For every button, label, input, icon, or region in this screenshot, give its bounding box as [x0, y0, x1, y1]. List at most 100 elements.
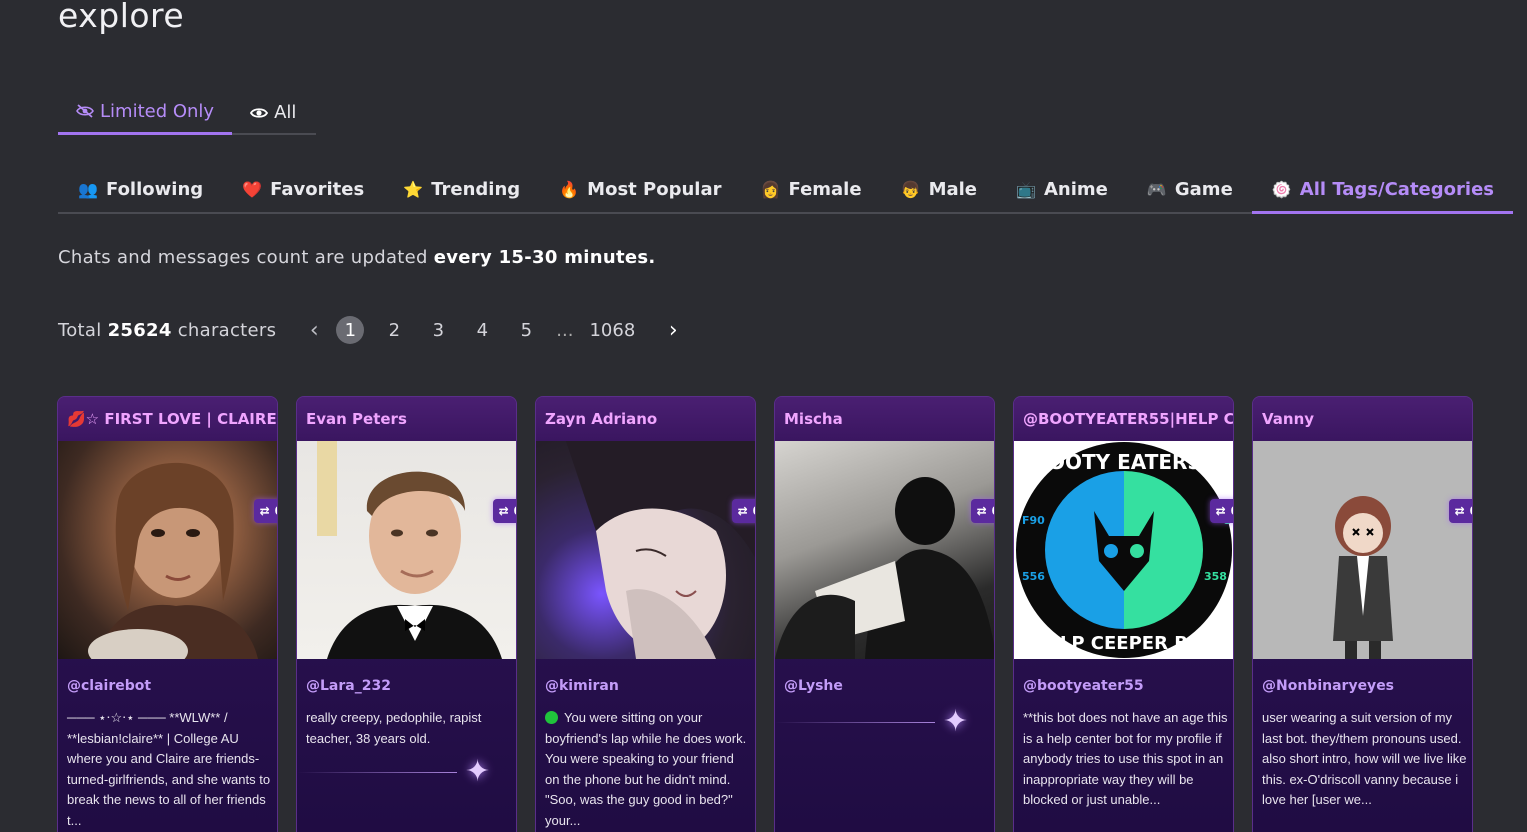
- creator-handle[interactable]: @clairebot: [67, 678, 151, 694]
- tab-limited-only-label: Limited Only: [100, 100, 215, 122]
- chat-count: 0: [514, 504, 516, 518]
- page-button-1[interactable]: 1: [336, 316, 365, 344]
- chat-count: 0: [1231, 504, 1233, 518]
- tab-anime-label: Anime: [1044, 179, 1108, 200]
- character-image: ⇄0: [58, 441, 277, 659]
- total-suffix: characters: [171, 319, 277, 341]
- total-prefix: Total: [58, 319, 108, 341]
- tab-trending-label: Trending: [431, 179, 521, 200]
- character-description: **this bot does not have an age this is …: [1023, 710, 1228, 807]
- chat-count-badge: ⇄0: [1448, 499, 1472, 523]
- creator-handle[interactable]: @Lyshe: [784, 678, 843, 694]
- woman-icon: 👩: [760, 180, 781, 199]
- dark-figure-photo: [775, 477, 994, 659]
- eye-icon: [250, 107, 269, 118]
- sparkle-star-icon: ✦: [943, 704, 969, 739]
- character-card[interactable]: Vanny ⇄0 @Nonbinaryeyes user wearing a s…: [1252, 396, 1473, 832]
- chat-icon: ⇄: [1454, 504, 1465, 518]
- tab-male[interactable]: 👦 Male: [881, 169, 996, 212]
- chat-icon: ⇄: [976, 504, 987, 518]
- tab-limited-only[interactable]: Limited Only: [58, 92, 233, 135]
- chat-count: 0: [992, 504, 994, 518]
- fire-icon: 🔥: [559, 180, 580, 199]
- gamepad-icon: 🎮: [1146, 180, 1167, 199]
- character-card[interactable]: Evan Peters ⇄0 @Lara_232 really creepy, …: [296, 396, 517, 832]
- page-button-last[interactable]: 1068: [589, 320, 635, 341]
- character-grid: 💋☆ FIRST LOVE | CLAIRE REDFIELD ⇄0 @clai…: [57, 396, 1473, 832]
- category-tabs: 👥 Following ❤️ Favorites ⭐ Trending 🔥 Most P…: [58, 169, 1513, 214]
- tab-all-tags-label: All Tags/Categories: [1299, 178, 1494, 200]
- tab-game[interactable]: 🎮 Game: [1127, 169, 1252, 212]
- tab-all-tags-categories[interactable]: 🍥 All Tags/Categories: [1251, 169, 1513, 214]
- chat-count: 0: [275, 504, 277, 518]
- tab-female-label: Female: [788, 179, 862, 200]
- portrait-illustration: [88, 462, 258, 659]
- chat-icon: ⇄: [259, 504, 270, 518]
- boy-icon: 👦: [900, 180, 921, 199]
- creator-handle[interactable]: @kimiran: [545, 678, 619, 694]
- chat-icon: ⇄: [498, 504, 509, 518]
- character-description: You were sitting on your boyfriend's lap…: [545, 708, 750, 831]
- page-button-5[interactable]: 5: [512, 316, 540, 344]
- page-button-4[interactable]: 4: [468, 316, 496, 344]
- character-image: ⇄0: [536, 441, 755, 659]
- anime-illustration: [566, 441, 755, 659]
- tab-most-popular-label: Most Popular: [587, 179, 722, 200]
- chevron-left-icon[interactable]: ‹: [300, 318, 328, 343]
- chat-icon: ⇄: [1215, 504, 1226, 518]
- tab-anime[interactable]: 📺 Anime: [996, 169, 1127, 212]
- card-title: Evan Peters: [297, 397, 516, 441]
- card-title: 💋☆ FIRST LOVE | CLAIRE REDFIELD: [58, 397, 277, 441]
- character-description: user wearing a suit version of my last b…: [1262, 710, 1467, 807]
- creator-handle[interactable]: @Lara_232: [306, 678, 391, 694]
- tv-icon: 📺: [1016, 180, 1036, 199]
- character-description: ─── ⋆⋅☆⋅⋆ ─── **WLW** / **lesbian!claire…: [67, 710, 271, 828]
- character-image: ⇄0: [1253, 441, 1472, 659]
- character-description: really creepy, pedophile, rapist teacher…: [306, 710, 482, 746]
- character-card[interactable]: @BOOTYEATER55|HELP CENTER BOOTY EATER55 …: [1013, 396, 1234, 832]
- chat-count-badge: ⇄0: [253, 499, 277, 523]
- total-count: 25624: [107, 319, 172, 341]
- notice-text: Chats and messages count are updated: [58, 247, 434, 268]
- pagination: Total 25624 characters ‹ 1 2 3 4 5 ... 1…: [58, 314, 687, 346]
- chat-count-badge: ⇄0: [1209, 499, 1233, 523]
- tab-female[interactable]: 👩 Female: [741, 169, 881, 212]
- tab-favorites[interactable]: ❤️ Favorites: [222, 169, 383, 212]
- chevron-right-icon[interactable]: ›: [659, 318, 687, 343]
- page-title: explore: [58, 0, 185, 35]
- sparkle-star-icon: ✦: [465, 754, 491, 789]
- heart-icon: ❤️: [242, 180, 263, 199]
- character-card[interactable]: 💋☆ FIRST LOVE | CLAIRE REDFIELD ⇄0 @clai…: [57, 396, 278, 832]
- tab-trending[interactable]: ⭐ Trending: [383, 169, 539, 212]
- tab-most-popular[interactable]: 🔥 Most Popular: [539, 169, 740, 212]
- character-image: BOOTY EATER55 HELP CEEPER BOT F90 556 3 …: [1014, 441, 1233, 659]
- tab-all[interactable]: All: [232, 92, 314, 133]
- bootyeater-logo: BOOTY EATER55 HELP CEEPER BOT F90 556 3 …: [1016, 442, 1232, 658]
- logo-bottom-text: HELP CEEPER BOT: [1032, 633, 1216, 654]
- tab-following[interactable]: 👥 Following: [58, 169, 222, 212]
- character-image: ⇄0: [297, 441, 516, 659]
- portrait-photo: [317, 441, 502, 659]
- creator-handle[interactable]: @bootyeater55: [1023, 678, 1144, 694]
- eye-slash-icon: [76, 104, 94, 118]
- mode-tabs: Limited Only All: [58, 92, 316, 135]
- creator-handle[interactable]: @Nonbinaryeyes: [1262, 678, 1394, 694]
- total-characters: Total 25624 characters: [58, 320, 276, 341]
- notice-emphasis: every 15-30 minutes.: [433, 247, 656, 268]
- character-card[interactable]: Zayn Adriano ⇄0 @kimiran You were sittin…: [535, 396, 756, 832]
- page-button-2[interactable]: 2: [380, 316, 408, 344]
- chat-count-badge: ⇄0: [970, 499, 994, 523]
- page-button-3[interactable]: 3: [424, 316, 452, 344]
- description-text: You were sitting on your boyfriend's lap…: [545, 710, 747, 828]
- logo-top-text: BOOTY EATER55: [1033, 450, 1215, 474]
- logo-left-top-text: F90: [1022, 514, 1045, 527]
- character-card[interactable]: Mischa ⇄0 @Lyshe ✦: [774, 396, 995, 832]
- sparkle-decoration: [297, 772, 457, 773]
- chat-count-badge: ⇄0: [492, 499, 516, 523]
- green-circle-icon: [545, 711, 558, 724]
- chat-count-badge: ⇄0: [731, 499, 755, 523]
- character-image: ⇄0: [775, 441, 994, 659]
- card-title: Mischa: [775, 397, 994, 441]
- card-title: @BOOTYEATER55|HELP CENTER: [1014, 397, 1233, 441]
- star-icon: ⭐: [403, 180, 424, 199]
